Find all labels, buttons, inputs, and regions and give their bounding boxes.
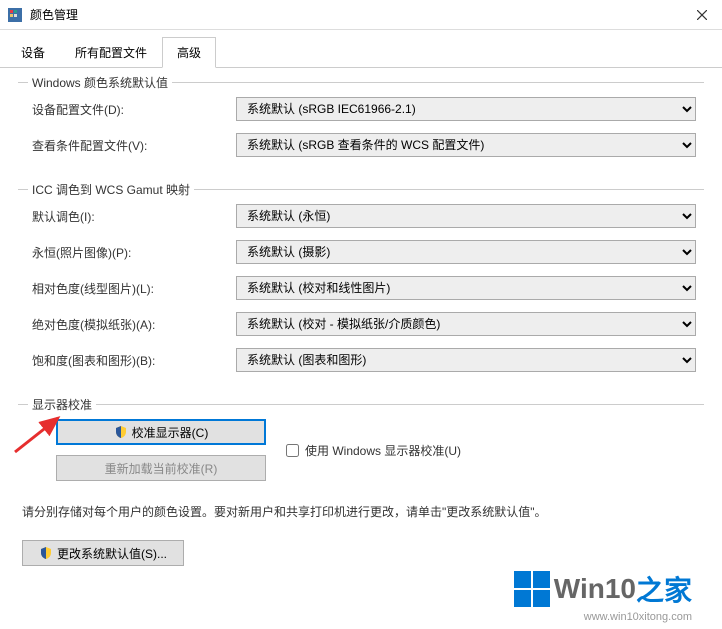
watermark-url: www.win10xitong.com bbox=[584, 611, 692, 623]
panel-body: Windows 颜色系统默认值 设备配置文件(D): 系统默认 (sRGB IE… bbox=[0, 68, 722, 576]
label-viewing-conditions: 查看条件配置文件(V): bbox=[26, 137, 236, 154]
select-perceptual[interactable]: 系统默认 (摄影) bbox=[236, 240, 696, 264]
select-relative[interactable]: 系统默认 (校对和线性图片) bbox=[236, 276, 696, 300]
label-default-rendering: 默认调色(I): bbox=[26, 208, 236, 225]
label-device-profile: 设备配置文件(D): bbox=[26, 101, 236, 118]
window-titlebar: 颜色管理 bbox=[0, 0, 722, 30]
hint-text: 请分别存储对每个用户的颜色设置。要对新用户和共享打印机进行更改，请单击"更改系统… bbox=[22, 503, 700, 520]
windows-logo-icon bbox=[514, 571, 550, 607]
tab-advanced[interactable]: 高级 bbox=[162, 37, 216, 68]
watermark-text-1: Win10 bbox=[554, 573, 636, 605]
checkbox-input[interactable] bbox=[286, 444, 299, 457]
label-saturation: 饱和度(图表和图形)(B): bbox=[26, 352, 236, 369]
group-windows-color-defaults: Windows 颜色系统默认值 设备配置文件(D): 系统默认 (sRGB IE… bbox=[18, 82, 704, 175]
group-display-calibration: 显示器校准 校准显示器(C) 重新加载当前校准(R) 使用 Windows 显示… bbox=[18, 404, 704, 487]
label-relative: 相对色度(线型图片)(L): bbox=[26, 280, 236, 297]
label-absolute: 绝对色度(模拟纸张)(A): bbox=[26, 316, 236, 333]
shield-icon bbox=[114, 425, 128, 439]
button-label: 校准显示器(C) bbox=[132, 424, 209, 441]
watermark-text-2: 之家 bbox=[636, 569, 692, 609]
label-perceptual: 永恒(照片图像)(P): bbox=[26, 244, 236, 261]
button-label: 重新加载当前校准(R) bbox=[105, 460, 218, 477]
tab-devices[interactable]: 设备 bbox=[6, 37, 60, 68]
tab-all-profiles[interactable]: 所有配置文件 bbox=[60, 37, 162, 68]
select-saturation[interactable]: 系统默认 (图表和图形) bbox=[236, 348, 696, 372]
window-title: 颜色管理 bbox=[30, 6, 78, 23]
select-absolute[interactable]: 系统默认 (校对 - 模拟纸张/介质颜色) bbox=[236, 312, 696, 336]
watermark: Win10 之家 www.win10xitong.com bbox=[514, 569, 692, 609]
tab-strip: 设备 所有配置文件 高级 bbox=[0, 30, 722, 68]
button-label: 更改系统默认值(S)... bbox=[57, 545, 167, 562]
window-close-button[interactable] bbox=[682, 0, 722, 30]
group-legend: 显示器校准 bbox=[28, 396, 96, 413]
checkbox-label-text: 使用 Windows 显示器校准(U) bbox=[305, 442, 461, 459]
change-system-defaults-button[interactable]: 更改系统默认值(S)... bbox=[22, 540, 184, 566]
group-legend: Windows 颜色系统默认值 bbox=[28, 74, 172, 91]
group-legend: ICC 调色到 WCS Gamut 映射 bbox=[28, 181, 194, 198]
shield-icon bbox=[39, 546, 53, 560]
reload-calibration-button[interactable]: 重新加载当前校准(R) bbox=[56, 455, 266, 481]
app-icon bbox=[0, 8, 30, 22]
use-windows-calibration-checkbox[interactable]: 使用 Windows 显示器校准(U) bbox=[286, 442, 461, 459]
select-viewing-conditions[interactable]: 系统默认 (sRGB 查看条件的 WCS 配置文件) bbox=[236, 133, 696, 157]
select-default-rendering[interactable]: 系统默认 (永恒) bbox=[236, 204, 696, 228]
calibrate-display-button[interactable]: 校准显示器(C) bbox=[56, 419, 266, 445]
select-device-profile[interactable]: 系统默认 (sRGB IEC61966-2.1) bbox=[236, 97, 696, 121]
group-gamut-mapping: ICC 调色到 WCS Gamut 映射 默认调色(I): 系统默认 (永恒) … bbox=[18, 189, 704, 390]
